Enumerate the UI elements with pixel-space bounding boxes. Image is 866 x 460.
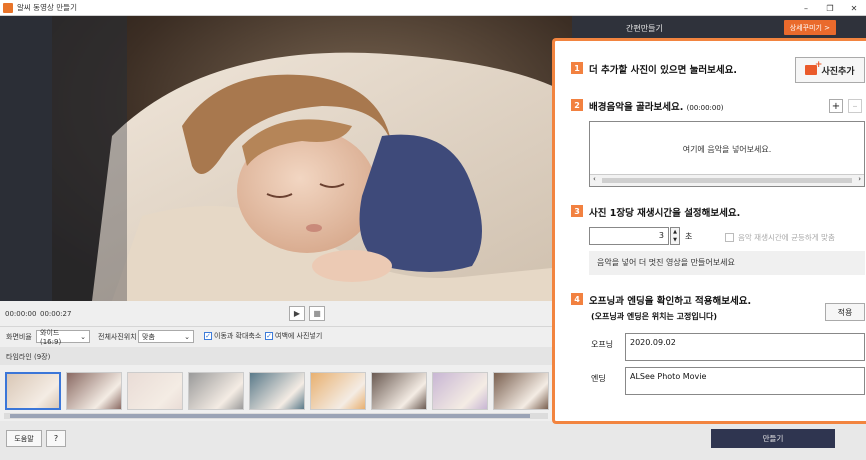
question-button[interactable]: ? (46, 430, 66, 447)
music-scroll-track[interactable] (602, 178, 852, 183)
ending-label: 엔딩 (591, 374, 606, 383)
music-list[interactable]: 여기에 음악을 넣어보세요. ‹ › (589, 121, 865, 187)
total-time: 00:00:27 (40, 310, 72, 318)
apply-button[interactable]: 적용 (825, 303, 865, 321)
opening-input[interactable]: 2020.09.02 (625, 333, 865, 361)
checkmark-icon: ✓ (204, 332, 212, 340)
bottom-bar: 도움말 ? 만들기 (0, 421, 866, 460)
minimize-button[interactable]: – (794, 0, 818, 16)
scroll-right-icon[interactable]: › (858, 175, 861, 183)
title-bar: 알씨 동영상 만들기 – ❐ ✕ (0, 0, 866, 16)
add-photo-label: 사진추가 (821, 66, 855, 77)
blur-fill-checkbox[interactable]: ✓ 여백에 사진넣기 (265, 331, 322, 341)
timeline-label: 타임라인 (9장) (6, 353, 51, 361)
music-time: (00:00:00) (686, 104, 724, 112)
step1-number: 1 (571, 62, 583, 74)
ratio-label: 화면비율 (6, 333, 32, 341)
app-icon (3, 2, 13, 13)
current-time: 00:00:00 (5, 310, 37, 318)
timeline-thumb-8[interactable] (432, 372, 488, 410)
help-button[interactable]: 도움말 (6, 430, 42, 447)
add-photo-icon (805, 60, 822, 75)
close-button[interactable]: ✕ (842, 0, 866, 16)
scroll-thumb[interactable] (10, 414, 530, 418)
timeline-thumb-7[interactable] (371, 372, 427, 410)
timeline (0, 365, 552, 421)
blur-label: 여백에 사진넣기 (275, 332, 323, 340)
step4-text: 오프닝과 엔딩을 확인하고 적용해보세요. (589, 296, 752, 307)
music-hint: 여기에 음악을 넣어보세요. (682, 145, 772, 154)
stop-button[interactable]: ■ (309, 306, 325, 321)
ratio-value: 와이드 (16:9) (40, 328, 62, 346)
zoom-label: 이동과 확대축소 (214, 332, 262, 340)
position-select[interactable]: 맞춤 ⌄ (138, 330, 194, 343)
settings-panel: 1 더 추가할 사진이 있으면 눌러보세요. 사진추가 2 배경음악을 골라보세… (552, 38, 866, 424)
seconds-input[interactable]: 3 (589, 227, 669, 245)
step3-text: 사진 1장당 재생시간을 설정해보세요. (589, 208, 741, 219)
timeline-thumb-6[interactable] (310, 372, 366, 410)
timeline-scrollbar[interactable] (4, 413, 548, 419)
play-button[interactable]: ▶ (289, 306, 305, 321)
checkbox-box (725, 233, 734, 242)
player-controls: 00:00:00 00:00:27 ▶ ■ (0, 301, 552, 327)
timeline-thumb-5[interactable] (249, 372, 305, 410)
stepper-up-icon[interactable]: ▲ (673, 229, 677, 235)
left-strip (0, 16, 52, 301)
window-controls: – ❐ ✕ (794, 0, 866, 16)
music-tip: 음악을 넣어 더 멋진 영상을 만들어보세요 (589, 251, 865, 275)
timeline-thumb-1[interactable] (5, 372, 61, 410)
scroll-left-icon[interactable]: ‹ (593, 175, 596, 183)
chevron-down-icon: ⌄ (184, 332, 190, 341)
play-icon: ▶ (293, 309, 301, 318)
make-video-button[interactable]: 만들기 (711, 429, 835, 448)
sync-label: 음악 재생시간에 균등하게 맞춤 (738, 233, 835, 242)
seconds-stepper[interactable]: ▲ ▼ (670, 227, 680, 245)
step4-number: 4 (571, 293, 583, 305)
ratio-select[interactable]: 와이드 (16:9) ⌄ (36, 328, 90, 346)
step2-label: 배경음악을 골라보세요. (589, 102, 684, 113)
maximize-button[interactable]: ❐ (818, 0, 842, 16)
right-header: 간편만들기 상세꾸미기 > (572, 16, 866, 40)
position-value: 맞춤 (142, 332, 155, 341)
step2-text: 배경음악을 골라보세요. (00:00:00) (589, 99, 724, 113)
stepper-down-icon[interactable]: ▼ (673, 237, 677, 243)
detail-edit-button[interactable]: 상세꾸미기 > (783, 20, 836, 35)
sync-music-checkbox[interactable]: 음악 재생시간에 균등하게 맞춤 (725, 232, 835, 243)
mode-label: 간편만들기 (626, 23, 663, 33)
seconds-unit: 초 (685, 232, 693, 241)
opening-label: 오프닝 (591, 340, 614, 349)
step3-number: 3 (571, 205, 583, 217)
music-scrollbar[interactable]: ‹ › (590, 174, 864, 186)
ending-input[interactable]: ALSee Photo Movie (625, 367, 865, 395)
position-label: 전체사진위치 (98, 333, 137, 341)
timeline-thumb-2[interactable] (66, 372, 122, 410)
add-music-button[interactable]: + (829, 99, 843, 113)
timeline-thumb-3[interactable] (127, 372, 183, 410)
preview-image (52, 16, 572, 301)
options-bar: 화면비율 와이드 (16:9) ⌄ 전체사진위치 맞춤 ⌄ ✓ 이동과 확대축소… (0, 327, 552, 347)
zoom-checkbox[interactable]: ✓ 이동과 확대축소 (204, 331, 261, 341)
window-title: 알씨 동영상 만들기 (17, 3, 77, 12)
timeline-thumb-4[interactable] (188, 372, 244, 410)
step4-subtext: (오프닝과 엔딩은 위치는 고정입니다) (591, 312, 718, 321)
checkmark-icon: ✓ (265, 332, 273, 340)
add-photo-button[interactable]: 사진추가 (795, 57, 865, 83)
remove-music-button[interactable]: – (848, 99, 862, 113)
step1-text: 더 추가할 사진이 있으면 눌러보세요. (589, 65, 737, 76)
timeline-thumb-9[interactable] (493, 372, 549, 410)
step2-number: 2 (571, 99, 583, 111)
video-preview (52, 16, 572, 301)
chevron-down-icon: ⌄ (80, 332, 86, 341)
stop-icon: ■ (313, 309, 321, 318)
